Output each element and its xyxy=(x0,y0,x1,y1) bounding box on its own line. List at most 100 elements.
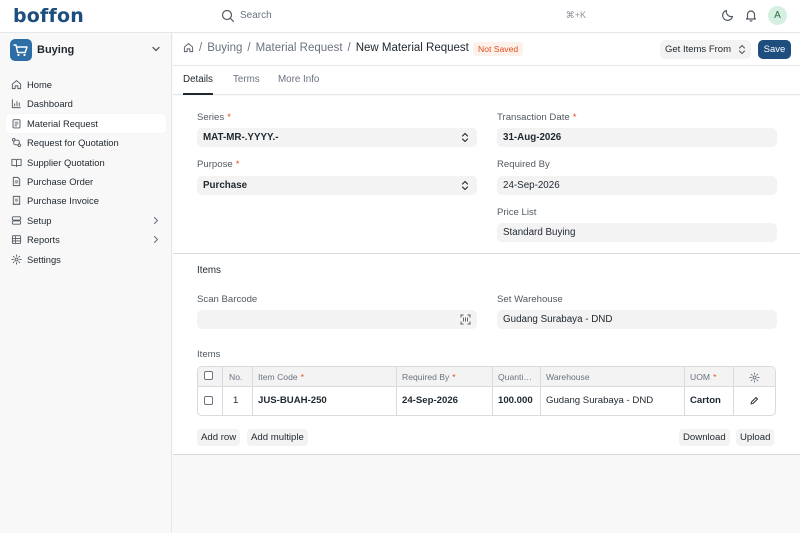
bell-icon[interactable] xyxy=(744,8,758,22)
cart-icon xyxy=(10,39,32,61)
chevron-down-icon xyxy=(152,46,160,52)
row-item-code[interactable]: JUS-BUAH-250 xyxy=(258,395,327,406)
breadcrumb-separator: / xyxy=(199,42,203,54)
bar-chart-icon xyxy=(11,99,21,109)
items-table-header: No. Item Code * Required By * Quanti… Ware… xyxy=(198,367,775,387)
pencil-icon[interactable] xyxy=(749,396,759,406)
series-label: Series * xyxy=(197,112,231,123)
row-quantity[interactable]: 100.000 xyxy=(498,395,536,406)
download-button[interactable]: Download xyxy=(679,429,730,446)
table-icon xyxy=(11,235,22,245)
user-avatar[interactable]: A xyxy=(768,6,787,25)
column-header-no: No. xyxy=(229,372,243,382)
file-text-icon xyxy=(12,176,21,187)
column-divider xyxy=(492,367,493,415)
moon-icon[interactable] xyxy=(721,8,735,22)
column-header-uom: UOM * xyxy=(690,372,717,382)
home-icon[interactable] xyxy=(183,42,194,53)
sidebar-item-label: Purchase Invoice xyxy=(27,195,99,207)
sidebar-item-home[interactable]: Home xyxy=(6,75,166,94)
tab-details[interactable]: Details xyxy=(183,74,213,85)
top-navbar: boffon Search ⌘+K A xyxy=(0,0,800,33)
home-icon xyxy=(11,80,22,90)
tab-terms[interactable]: Terms xyxy=(233,74,260,85)
transaction-date-label: Transaction Date * xyxy=(497,112,577,123)
form-tabs: Details Terms More Info xyxy=(173,66,800,95)
sidebar-item-supplier-quotation[interactable]: Supplier Quotation xyxy=(6,153,166,172)
column-header-required-by: Required By * xyxy=(402,372,456,382)
add-multiple-button[interactable]: Add multiple xyxy=(247,429,308,446)
sidebar-item-settings[interactable]: Settings xyxy=(6,250,166,269)
sidebar-item-dashboard[interactable]: Dashboard xyxy=(6,94,166,113)
series-select[interactable]: MAT-MR-.YYYY.- xyxy=(197,128,477,147)
sidebar-item-request-for-quotation[interactable]: Request for Quotation xyxy=(6,133,166,152)
app-logo[interactable]: boffon xyxy=(13,5,84,27)
barcode-scan-icon[interactable] xyxy=(460,314,471,325)
sidebar-item-label: Dashboard xyxy=(27,98,73,110)
search-shortcut: ⌘+K xyxy=(565,10,586,20)
breadcrumb-buying[interactable]: Buying xyxy=(207,42,242,54)
page-header: / Buying / Material Request / New Material Re… xyxy=(173,33,800,66)
sidebar: Buying Home Dashboard Material Request R… xyxy=(0,33,172,533)
sidebar-item-label: Home xyxy=(27,79,53,90)
column-header-warehouse: Warehouse xyxy=(546,372,590,382)
save-button[interactable]: Save xyxy=(758,40,791,59)
table-row[interactable]: 1 JUS-BUAH-250 24-Sep-2026 100.000 Gudan… xyxy=(198,387,775,415)
select-arrows-icon xyxy=(461,132,469,143)
global-search[interactable]: Search ⌘+K xyxy=(212,5,602,27)
row-uom[interactable]: Carton xyxy=(690,395,721,406)
page-title: New Material Request xyxy=(355,42,469,54)
sidebar-item-label: Request for Quotation xyxy=(27,137,119,149)
column-divider xyxy=(540,367,541,415)
sidebar-item-label: Reports xyxy=(27,234,60,246)
upload-button[interactable]: Upload xyxy=(736,429,775,446)
chevron-right-icon xyxy=(153,236,159,244)
scan-barcode-label: Scan Barcode xyxy=(197,294,258,305)
add-row-button[interactable]: Add row xyxy=(197,429,241,446)
receipt-icon xyxy=(12,196,21,206)
purpose-select[interactable]: Purchase xyxy=(197,176,477,195)
tab-more-info[interactable]: More Info xyxy=(278,74,319,85)
sidebar-item-material-request[interactable]: Material Request xyxy=(6,113,166,133)
search-placeholder: Search xyxy=(240,10,272,21)
select-arrows-icon xyxy=(461,180,469,191)
material-request-form: Series * MAT-MR-.YYYY.- Purpose * Purchase… xyxy=(173,96,800,455)
get-items-from-button[interactable]: Get Items From xyxy=(660,40,751,59)
row-required-by[interactable]: 24-Sep-2026 xyxy=(402,395,458,406)
sidebar-item-label: Material Request xyxy=(27,117,98,129)
row-no: 1 xyxy=(233,395,239,406)
price-list-field[interactable]: Standard Buying xyxy=(497,223,777,242)
items-table-label: Items xyxy=(197,349,221,360)
search-icon xyxy=(221,9,235,23)
set-warehouse-field[interactable]: Gudang Surabaya - DND xyxy=(497,310,777,329)
column-header-quantity: Quanti… xyxy=(498,372,532,382)
sidebar-item-purchase-order[interactable]: Purchase Order xyxy=(6,172,166,191)
price-list-label: Price List xyxy=(497,207,537,218)
sidebar-item-purchase-invoice[interactable]: Purchase Invoice xyxy=(6,191,166,210)
sidebar-nav: Home Dashboard Material Request Request … xyxy=(6,75,166,269)
transaction-date-field[interactable]: 31-Aug-2026 xyxy=(497,128,777,147)
database-icon xyxy=(11,216,22,225)
row-warehouse[interactable]: Gudang Surabaya - DND xyxy=(546,395,653,406)
purpose-label: Purpose * xyxy=(197,159,240,170)
row-checkbox[interactable] xyxy=(204,396,213,405)
series-value: MAT-MR-.YYYY.- xyxy=(203,132,279,143)
gear-icon[interactable] xyxy=(749,372,760,383)
sidebar-item-label: Purchase Order xyxy=(27,175,94,187)
set-warehouse-label: Set Warehouse xyxy=(497,294,563,305)
select-all-checkbox[interactable] xyxy=(204,371,213,380)
required-by-field[interactable]: 24-Sep-2026 xyxy=(497,176,777,195)
clipboard-icon xyxy=(12,118,21,129)
gear-icon xyxy=(11,253,22,265)
breadcrumb-material-request[interactable]: Material Request xyxy=(256,42,343,54)
breadcrumb: / Buying / Material Request / New Material Re… xyxy=(183,42,469,54)
required-by-label: Required By xyxy=(497,159,550,170)
chevron-right-icon xyxy=(153,216,159,224)
select-arrows-icon xyxy=(738,44,746,55)
sidebar-item-label: Supplier Quotation xyxy=(27,156,105,168)
git-compare-icon xyxy=(12,138,21,148)
sidebar-item-setup[interactable]: Setup xyxy=(6,211,166,230)
scan-barcode-input[interactable] xyxy=(197,310,477,329)
sidebar-item-reports[interactable]: Reports xyxy=(6,230,166,249)
workspace-switcher[interactable]: Buying xyxy=(10,39,165,61)
